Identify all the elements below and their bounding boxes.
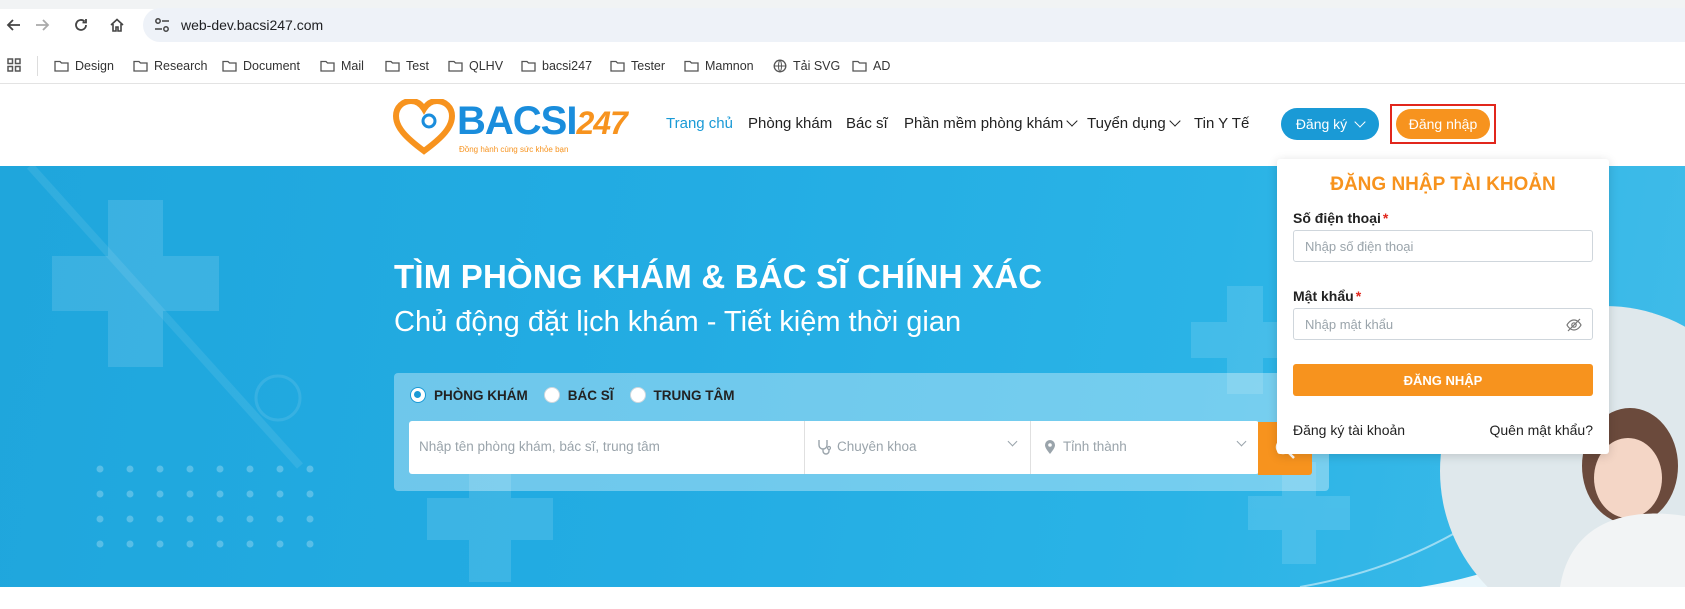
globe-icon xyxy=(773,59,787,73)
radio-unchecked-icon xyxy=(543,387,560,403)
phone-label: Số điện thoại * xyxy=(1293,210,1389,226)
radio-clinic[interactable]: PHÒNG KHÁM xyxy=(410,387,528,403)
logo-tagline: Đồng hành cùng sức khỏe bạn xyxy=(459,145,569,154)
radio-checked-icon xyxy=(410,387,426,403)
folder-icon xyxy=(852,60,867,72)
address-bar[interactable]: web-dev.bacsi247.com xyxy=(143,8,1685,42)
site-info-icon[interactable] xyxy=(153,16,171,34)
nav-clinic-software[interactable]: Phần mềm phòng khám xyxy=(904,115,1078,132)
radio-doctor[interactable]: BÁC SĨ xyxy=(543,387,614,403)
apps-grid-icon[interactable] xyxy=(7,58,21,72)
folder-icon xyxy=(448,60,463,72)
bookmark-ad[interactable]: AD xyxy=(852,55,890,77)
home-icon[interactable] xyxy=(105,13,129,37)
bookmark-research[interactable]: Research xyxy=(133,55,208,77)
login-title: ĐĂNG NHẬP TÀI KHOẢN xyxy=(1330,174,1556,195)
register-button[interactable]: Đăng ký xyxy=(1281,108,1379,140)
bookmark-design[interactable]: Design xyxy=(54,55,114,77)
bookmark-tester[interactable]: Tester xyxy=(610,55,665,77)
search-type-group: PHÒNG KHÁM BÁC SĨ TRUNG TÂM xyxy=(410,387,751,403)
login-submit-button[interactable]: ĐĂNG NHẬP xyxy=(1293,364,1593,396)
back-icon[interactable] xyxy=(2,13,26,37)
bookmark-document[interactable]: Document xyxy=(222,55,300,77)
login-button[interactable]: Đăng nhập xyxy=(1396,109,1490,139)
chevron-down-icon xyxy=(1354,115,1366,128)
search-panel: PHÒNG KHÁM BÁC SĨ TRUNG TÂM Nhập tên phò… xyxy=(394,373,1329,491)
nav-home[interactable]: Trang chủ xyxy=(666,115,733,132)
logo-wordmark: BACSI247 xyxy=(457,99,628,143)
bookmarks-separator xyxy=(37,56,38,76)
eye-slash-icon[interactable] xyxy=(1566,318,1582,332)
forgot-password-link[interactable]: Quên mật khẩu? xyxy=(1489,422,1593,438)
specialty-select[interactable]: Chuyên khoa xyxy=(805,421,1031,474)
site-logo[interactable]: BACSI247 Đồng hành cùng sức khỏe bạn xyxy=(393,97,633,157)
url-text: web-dev.bacsi247.com xyxy=(181,17,324,33)
radio-unchecked-icon xyxy=(629,387,646,403)
hero-title: TÌM PHÒNG KHÁM & BÁC SĨ CHÍNH XÁC xyxy=(394,258,1043,295)
folder-icon xyxy=(222,60,237,72)
folder-icon xyxy=(610,60,625,72)
bookmark-tai-svg[interactable]: Tải SVG xyxy=(773,55,840,77)
page-content-below xyxy=(0,587,1685,609)
radio-center[interactable]: TRUNG TÂM xyxy=(629,387,735,403)
chevron-down-icon xyxy=(1236,436,1247,447)
folder-icon xyxy=(320,60,335,72)
bookmark-bacsi247[interactable]: bacsi247 xyxy=(521,55,592,77)
forward-icon[interactable] xyxy=(30,13,54,37)
password-label: Mật khẩu * xyxy=(1293,288,1362,304)
location-pin-icon xyxy=(1045,440,1055,454)
heart-stethoscope-logo-icon xyxy=(393,99,455,155)
login-dropdown: ĐĂNG NHẬP TÀI KHOẢN Số điện thoại * Nhập … xyxy=(1277,159,1609,454)
nav-clinics[interactable]: Phòng khám xyxy=(748,115,832,132)
chevron-down-icon xyxy=(1007,436,1018,447)
stethoscope-icon xyxy=(818,440,831,455)
nav-health-news[interactable]: Tin Y Tế xyxy=(1194,115,1249,132)
site-header: BACSI247 Đồng hành cùng sức khỏe bạn Tra… xyxy=(0,85,1685,166)
bookmark-mail[interactable]: Mail xyxy=(320,55,364,77)
register-account-link[interactable]: Đăng ký tài khoản xyxy=(1293,422,1405,438)
phone-input[interactable]: Nhập số điện thoại xyxy=(1293,230,1593,262)
bookmarks-bar: Design Research Document Mail Test QLHV … xyxy=(0,48,1685,84)
search-input[interactable]: Nhập tên phòng khám, bác sĩ, trung tâm xyxy=(409,421,805,474)
folder-icon xyxy=(385,60,400,72)
chevron-down-icon xyxy=(1066,115,1078,127)
reload-icon[interactable] xyxy=(69,13,93,37)
hero-subtitle: Chủ động đặt lịch khám - Tiết kiệm thời … xyxy=(394,306,962,338)
folder-icon xyxy=(133,60,148,72)
bookmark-mamnon[interactable]: Mamnon xyxy=(684,55,754,77)
nav-doctors[interactable]: Bác sĩ xyxy=(846,115,888,132)
folder-icon xyxy=(54,60,69,72)
chevron-down-icon xyxy=(1169,115,1181,127)
password-input[interactable]: Nhập mật khẩu xyxy=(1293,308,1593,340)
bookmark-test[interactable]: Test xyxy=(385,55,429,77)
browser-toolbar: web-dev.bacsi247.com xyxy=(0,0,1685,48)
nav-recruitment[interactable]: Tuyển dụng xyxy=(1087,115,1181,132)
search-fields: Nhập tên phòng khám, bác sĩ, trung tâm C… xyxy=(409,421,1259,474)
folder-icon xyxy=(521,60,536,72)
province-select[interactable]: Tỉnh thành xyxy=(1031,421,1259,474)
folder-icon xyxy=(684,60,699,72)
bookmark-qlhv[interactable]: QLHV xyxy=(448,55,503,77)
